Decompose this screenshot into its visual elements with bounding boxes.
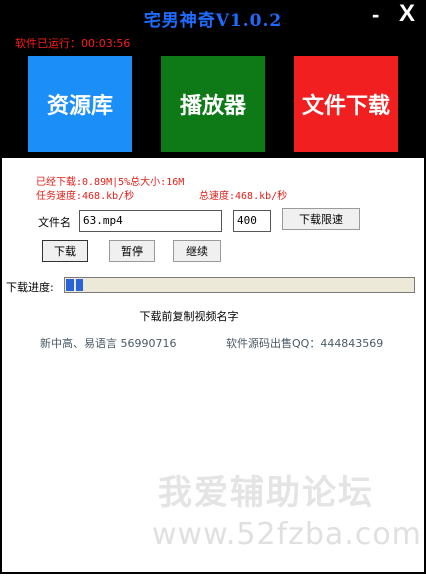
total-speed: 总速度:468.kb/秒 <box>199 191 288 202</box>
watermark-title: 我爱辅助论坛 <box>158 473 374 513</box>
app-title: 宅男神奇V1.0.2 <box>143 11 283 31</box>
progress-fill <box>66 279 83 291</box>
file-download-button[interactable]: 文件下载 <box>294 56 398 152</box>
task-speed: 任务速度:468.kb/秒 <box>36 191 135 202</box>
close-button[interactable]: X <box>399 0 415 28</box>
minimize-button[interactable]: - <box>372 2 379 28</box>
download-button[interactable]: 下载 <box>42 240 88 262</box>
watermark-url: www.52fzba.com <box>152 517 422 552</box>
speed-limit-input[interactable]: 400 <box>233 210 271 232</box>
filename-input[interactable]: 63.mp4 <box>79 210 222 232</box>
download-progress-bar <box>64 277 415 293</box>
footer-contact-right: 软件源码出售QQ：444843569 <box>226 337 384 350</box>
copy-name-hint: 下载前复制视频名字 <box>132 307 246 325</box>
pause-button[interactable]: 暂停 <box>109 240 155 262</box>
speed-limit-button[interactable]: 下载限速 <box>282 208 360 230</box>
filename-label: 文件名 <box>38 216 71 229</box>
library-button[interactable]: 资源库 <box>28 56 132 152</box>
footer-contact-left: 新中高、易语言 56990716 <box>40 337 177 350</box>
progress-label: 下载进度: <box>6 281 54 294</box>
player-button[interactable]: 播放器 <box>161 56 265 152</box>
resume-button[interactable]: 继续 <box>173 240 221 262</box>
runtime-status: 软件已运行：00:03:56 <box>15 37 131 50</box>
